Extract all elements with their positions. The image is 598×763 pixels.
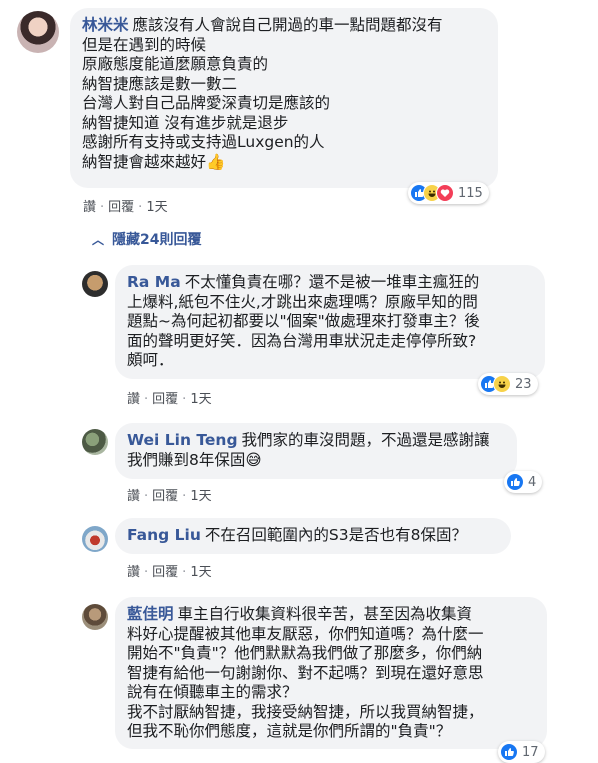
reply-button[interactable]: 回覆: [152, 392, 178, 407]
like-icon: [506, 473, 524, 491]
reaction-summary[interactable]: 4: [504, 471, 543, 493]
reaction-summary[interactable]: 115: [408, 182, 489, 204]
comment-text-line: 應該沒有人會說自己開過的車一點問題都沒有: [132, 16, 443, 34]
comment-text-line: 我們家的車沒問題，不過還是感謝讓: [241, 431, 490, 449]
timestamp[interactable]: 1天: [190, 565, 211, 580]
comment-actions: 讚 · 回覆 · 1天: [127, 489, 212, 504]
comment-text-line: 感謝所有支持或支持過Luxgen的人: [82, 133, 325, 151]
reply-button[interactable]: 回覆: [152, 489, 178, 504]
haha-icon: [493, 375, 511, 393]
comment-text-line: 我不討厭納智捷，我接受納智捷，所以我買納智捷，: [127, 702, 484, 721]
comment-bubble: Wei Lin Teng 我們家的車沒問題，不過還是感謝讓 我們賺到8年保固😅: [115, 423, 517, 479]
like-button[interactable]: 讚: [83, 200, 96, 215]
comment-text-line: 題點~為何起初都要以"個案"做處理來打發車主？後: [127, 312, 480, 330]
like-icon: [500, 743, 518, 761]
like-button[interactable]: 讚: [127, 565, 140, 580]
comment-text-line: 上爆料,紙包不住火,才跳出來處理嗎？原廠早知的問: [127, 292, 478, 311]
comment-bubble: 藍佳明 車主自行收集資料很辛苦，甚至因為收集資 料好心提醒被其他車友厭惡，你們知道…: [115, 597, 547, 749]
comment-author[interactable]: Wei Lin Teng: [127, 431, 238, 449]
comment-text-line: 說有在傾聽車主的需求？: [127, 683, 298, 701]
comment-text-line: 料好心提醒被其他車友厭惡，你們知道嗎？為什麼一: [127, 624, 484, 643]
comment-actions: 讚 · 回覆 · 1天: [127, 392, 212, 407]
chevron-up-icon: ︿: [92, 233, 105, 247]
comment-bubble: Ra Ma 不太懂負責在哪？還不是被一堆車主瘋狂的 上爆料,紙包不住火,才跳出來處…: [115, 265, 545, 379]
reply-button[interactable]: 回覆: [108, 200, 134, 215]
comment-text-line: 開始不"負責"？他們默默為我們做了那麼多，你們納: [127, 644, 483, 662]
comment-author[interactable]: Fang Liu: [127, 526, 201, 544]
comment-actions: 讚 · 回覆 · 1天: [83, 200, 168, 215]
comment-text-line: 但是在遇到的時候: [82, 35, 207, 54]
comment-actions: 讚 · 回覆 · 1天: [127, 565, 212, 580]
comment-text-line: 面的聲明更好笑．因為台灣用車狀況走走停停所致?: [127, 331, 477, 350]
timestamp[interactable]: 1天: [190, 489, 211, 504]
comment-author[interactable]: 藍佳明: [127, 605, 174, 623]
hide-replies-label: 隱藏24則回覆: [112, 232, 202, 248]
comment-text-line: 智捷有給他一句謝謝你、對不起嗎？到現在還好意思: [127, 663, 484, 682]
reply-button[interactable]: 回覆: [152, 565, 178, 580]
avatar[interactable]: [82, 526, 108, 552]
comment-text-line: 原廠態度能道麼願意負責的: [82, 55, 269, 73]
avatar[interactable]: [82, 429, 108, 455]
comment-text-line: 我們賺到8年保固😅: [127, 450, 262, 469]
like-button[interactable]: 讚: [127, 489, 140, 504]
reaction-count: 115: [458, 185, 483, 201]
comment-text-line: 納智捷會越來越好👍: [82, 152, 226, 171]
comment-text-line: 台灣人對自己品牌愛深責切是應該的: [82, 94, 331, 112]
reaction-count: 17: [522, 744, 539, 760]
comment-text-line: 納智捷知道 沒有進步就是退步: [82, 113, 289, 132]
timestamp[interactable]: 1天: [146, 200, 167, 215]
avatar[interactable]: [82, 604, 108, 630]
comment-text-line: 不太懂負責在哪？還不是被一堆車主瘋狂的: [184, 273, 480, 291]
reaction-count: 4: [528, 474, 537, 490]
comment-author[interactable]: Ra Ma: [127, 273, 181, 291]
hide-replies-link[interactable]: ︿ 隱藏24則回覆: [92, 229, 202, 249]
reaction-summary[interactable]: 23: [478, 373, 538, 395]
comment-text-line: 頗呵．: [127, 351, 174, 369]
comment-text-line: 車主自行收集資料很辛苦，甚至因為收集資: [177, 605, 473, 623]
comment-text-line: 納智捷應該是數一數二: [82, 74, 238, 93]
comment-bubble: Fang Liu 不在召回範圍內的S3是否也有8保固？: [115, 518, 511, 554]
reaction-count: 23: [515, 376, 532, 392]
like-button[interactable]: 讚: [127, 392, 140, 407]
comment-author[interactable]: 林米米: [82, 16, 129, 34]
comment-text-line: 不在召回範圍內的S3是否也有8保固？: [204, 526, 467, 544]
avatar[interactable]: [82, 271, 108, 297]
comment-text-line: 但我不恥你們態度，這就是你們所謂的"負責"？: [127, 722, 452, 740]
love-icon: [436, 184, 454, 202]
comment-bubble: 林米米 應該沒有人會說自己開過的車一點問題都沒有 但是在遇到的時候 原廠態度能道麼…: [70, 8, 498, 188]
timestamp[interactable]: 1天: [190, 392, 211, 407]
avatar[interactable]: [17, 11, 59, 53]
